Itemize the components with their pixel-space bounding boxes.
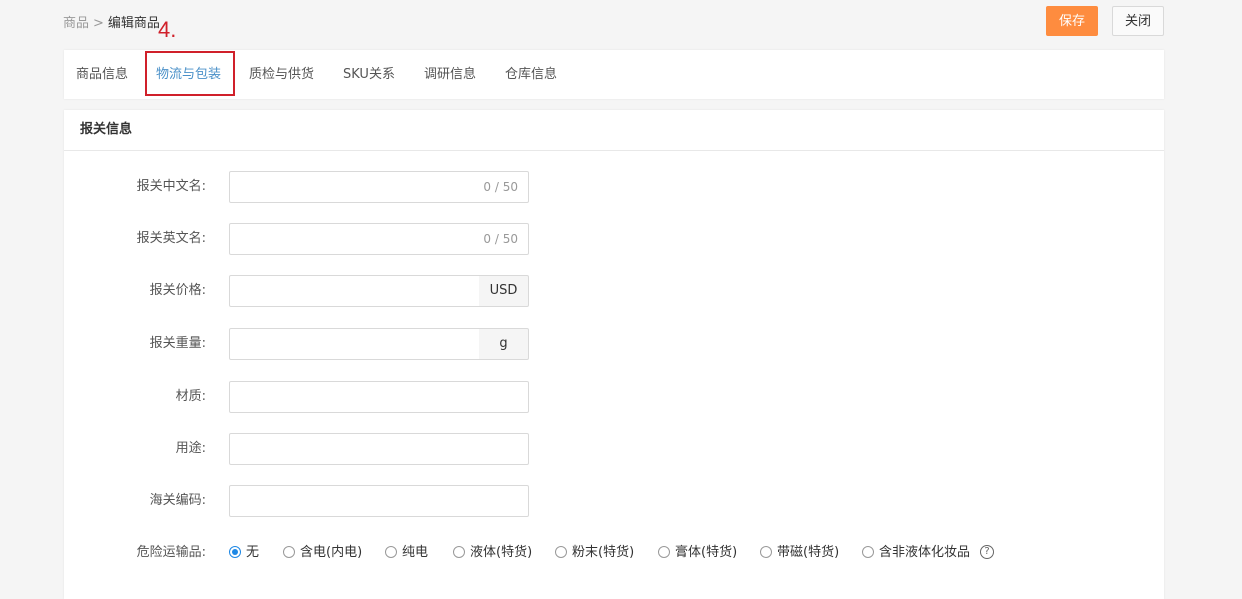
en-name-input[interactable]: 0 / 50 xyxy=(229,223,529,255)
radio-dot-icon xyxy=(862,545,874,558)
radio-dot-icon xyxy=(385,545,397,558)
row-en-name: 报关英文名: 0 / 50 xyxy=(64,223,1164,255)
radio-dot-icon xyxy=(229,545,241,558)
row-cn-name: 报关中文名: 0 / 50 xyxy=(64,171,1164,203)
usage-input[interactable] xyxy=(229,433,529,465)
row-price: 报关价格: USD xyxy=(64,275,1164,307)
breadcrumb-root[interactable]: 商品 xyxy=(63,16,89,31)
step-annotation: 4. xyxy=(158,17,177,42)
tab-product-info[interactable]: 商品信息 xyxy=(76,50,128,99)
radio-dot-icon xyxy=(555,545,567,558)
breadcrumb: 商品 > 编辑商品 xyxy=(63,12,160,31)
customs-info-card: 报关信息 报关中文名: 0 / 50 报关英文名: 0 / 50 报关价格: U… xyxy=(64,110,1164,599)
close-button[interactable]: 关闭 xyxy=(1112,6,1164,36)
radio-dot-icon xyxy=(453,545,465,558)
top-bar: 商品 > 编辑商品 4. 保存 关闭 xyxy=(0,0,1242,46)
row-weight: 报关重量: g xyxy=(64,328,1164,360)
radio-none[interactable]: 无 xyxy=(229,537,259,569)
row-hs-code: 海关编码: xyxy=(64,485,1164,517)
radio-powder[interactable]: 粉末(特货) xyxy=(555,537,634,569)
weight-input[interactable] xyxy=(229,328,480,360)
breadcrumb-separator-icon: > xyxy=(93,16,104,31)
material-label: 材质: xyxy=(175,389,206,404)
tab-research-info[interactable]: 调研信息 xyxy=(424,50,476,99)
radio-built-in-battery[interactable]: 含电(内电) xyxy=(283,537,362,569)
cn-name-counter: 0 / 50 xyxy=(483,180,518,194)
radio-liquid[interactable]: 液体(特货) xyxy=(453,537,532,569)
radio-dot-icon xyxy=(760,545,772,558)
row-dangerous-goods: 危险运输品: 无 含电(内电) 纯电 液体(特货) 粉末(特货) 膏体(特货) … xyxy=(64,537,1164,569)
material-input[interactable] xyxy=(229,381,529,413)
row-usage: 用途: xyxy=(64,433,1164,465)
radio-dot-icon xyxy=(658,545,670,558)
radio-magnetic[interactable]: 带磁(特货) xyxy=(760,537,839,569)
en-name-counter: 0 / 50 xyxy=(483,232,518,246)
dangerous-goods-label: 危险运输品: xyxy=(136,545,206,560)
radio-pure-battery[interactable]: 纯电 xyxy=(385,537,428,569)
tab-bar: 商品信息 物流与包装 质检与供货 SKU关系 调研信息 仓库信息 xyxy=(64,50,1164,99)
section-title: 报关信息 xyxy=(64,110,1164,151)
cn-name-input[interactable]: 0 / 50 xyxy=(229,171,529,203)
question-circle-icon[interactable]: ? xyxy=(980,545,994,559)
tab-qc-supply[interactable]: 质检与供货 xyxy=(249,50,314,99)
usage-label: 用途: xyxy=(175,441,206,456)
weight-unit: g xyxy=(479,328,529,360)
row-material: 材质: xyxy=(64,381,1164,413)
hs-code-input[interactable] xyxy=(229,485,529,517)
weight-label: 报关重量: xyxy=(149,336,206,351)
cn-name-label: 报关中文名: xyxy=(136,179,206,194)
breadcrumb-current: 编辑商品 xyxy=(107,16,160,31)
hs-code-label: 海关编码: xyxy=(149,493,206,508)
tab-sku-relation[interactable]: SKU关系 xyxy=(343,50,395,99)
radio-non-liquid-cosmetics[interactable]: 含非液体化妆品 xyxy=(862,537,970,569)
radio-paste[interactable]: 膏体(特货) xyxy=(658,537,737,569)
save-button[interactable]: 保存 xyxy=(1046,6,1098,36)
tab-warehouse-info[interactable]: 仓库信息 xyxy=(505,50,557,99)
radio-dot-icon xyxy=(283,545,295,558)
tab-logistics-packaging[interactable]: 物流与包装 xyxy=(156,50,221,99)
price-input[interactable] xyxy=(229,275,480,307)
price-unit: USD xyxy=(479,275,529,307)
price-label: 报关价格: xyxy=(149,283,206,298)
en-name-label: 报关英文名: xyxy=(136,231,206,246)
